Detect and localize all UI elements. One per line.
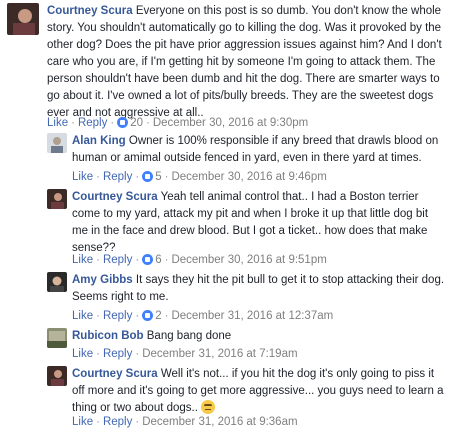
like-button[interactable]: Like (72, 310, 93, 322)
reply-button[interactable]: Reply (103, 348, 132, 360)
reply-button[interactable]: Reply (103, 254, 132, 266)
avatar[interactable] (47, 133, 67, 153)
like-button[interactable]: Like (72, 171, 93, 183)
separator: · (96, 348, 100, 360)
reply-button[interactable]: Reply (78, 117, 107, 129)
comment-actions: Like · Reply · December 31, 2016 at 9:36am (72, 415, 298, 429)
separator: · (135, 348, 140, 360)
like-count[interactable]: 6 (155, 254, 161, 266)
like-count-icon[interactable] (142, 171, 154, 182)
like-count[interactable]: 2 (155, 310, 161, 322)
separator: · (135, 171, 140, 183)
separator: · (135, 310, 140, 322)
avatar[interactable] (47, 189, 67, 209)
separator: · (96, 416, 100, 428)
separator: · (96, 254, 100, 266)
comment-text: Everyone on this post is so dumb. You do… (47, 5, 442, 119)
separator: · (135, 416, 140, 428)
like-count-icon[interactable] (117, 117, 129, 128)
comment-author[interactable]: Alan King (72, 135, 126, 147)
avatar[interactable] (47, 366, 67, 386)
like-button[interactable]: Like (72, 254, 93, 266)
comment-author[interactable]: Courtney Scura (72, 191, 158, 203)
unamused-face-emoji-icon (201, 400, 216, 414)
like-button[interactable]: Like (47, 117, 68, 129)
reply-button[interactable]: Reply (103, 310, 132, 322)
like-button[interactable]: Like (72, 348, 93, 360)
comment-actions: Like · Reply · 6 · December 30, 2016 at 9:51pm (72, 253, 327, 267)
comment-author[interactable]: Courtney Scura (47, 5, 133, 17)
comment-author[interactable]: Rubicon Bob (72, 330, 144, 342)
comment-actions: Like · Reply · 20 · December 30, 2016 at 9:30p… (47, 116, 308, 130)
comment-author[interactable]: Amy Gibbs (72, 274, 133, 286)
timestamp[interactable]: December 31, 2016 at 7:19am (142, 348, 297, 360)
avatar[interactable] (47, 272, 67, 292)
timestamp[interactable]: December 31, 2016 at 12:37am (171, 310, 333, 322)
timestamp[interactable]: December 30, 2016 at 9:46pm (171, 171, 326, 183)
separator: · (146, 117, 150, 129)
comment-actions: Like · Reply · 5 · December 30, 2016 at 9:46pm (72, 170, 327, 184)
comment-actions: Like · Reply · 2 · December 31, 2016 at 12:37a… (72, 309, 333, 323)
separator: · (96, 171, 100, 183)
timestamp[interactable]: December 30, 2016 at 9:30pm (153, 117, 308, 129)
avatar[interactable] (7, 3, 39, 35)
reply-button[interactable]: Reply (103, 171, 132, 183)
avatar[interactable] (47, 328, 67, 348)
like-count-icon[interactable] (142, 254, 154, 265)
separator: · (135, 254, 140, 266)
separator: · (164, 254, 169, 266)
comment-author[interactable]: Courtney Scura (72, 368, 158, 380)
timestamp[interactable]: December 31, 2016 at 9:36am (142, 416, 297, 428)
comment-text: Bang bang done (146, 330, 232, 342)
like-button[interactable]: Like (72, 416, 93, 428)
like-count[interactable]: 5 (155, 171, 161, 183)
separator: · (164, 310, 169, 322)
timestamp[interactable]: December 30, 2016 at 9:51pm (171, 254, 326, 266)
separator: · (164, 171, 169, 183)
comment-text: Owner is 100% responsible if any breed t… (72, 135, 439, 164)
separator: · (71, 117, 75, 129)
separator: · (96, 310, 100, 322)
separator: · (110, 117, 115, 129)
like-count-icon[interactable] (142, 310, 154, 321)
comment-actions: Like · Reply · December 31, 2016 at 7:19am (72, 347, 298, 361)
like-count[interactable]: 20 (130, 117, 143, 129)
reply-button[interactable]: Reply (103, 416, 132, 428)
